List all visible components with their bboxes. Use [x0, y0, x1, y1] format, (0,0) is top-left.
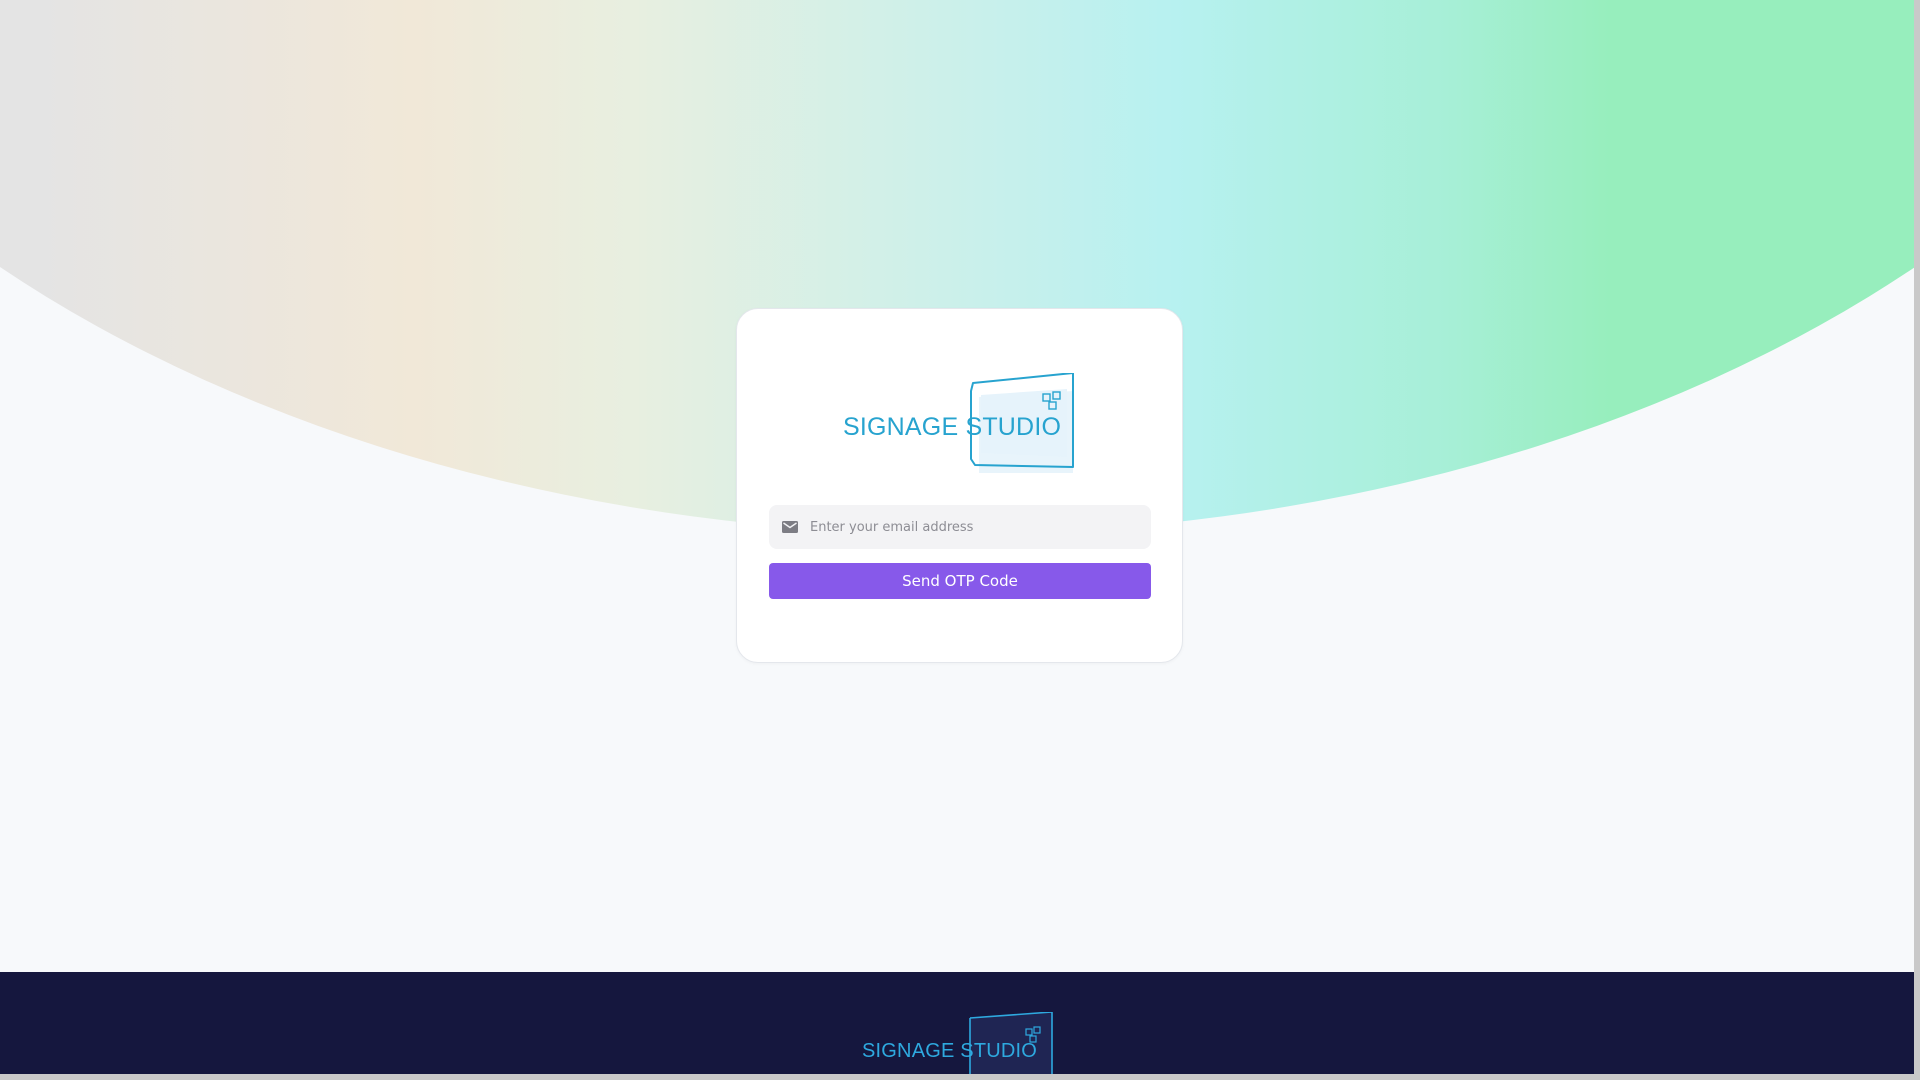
email-field[interactable]: [769, 505, 1151, 549]
mail-icon: [782, 521, 798, 533]
page: SIGNAGE STUDIO Send OTP Code: [0, 0, 1920, 1080]
footer-logo: SIGNAGE STUDIO: [862, 1012, 1062, 1074]
footer: SIGNAGE STUDIO: [0, 972, 1914, 1074]
footer-logo-text: SIGNAGE STUDIO: [862, 1040, 1038, 1062]
email-input[interactable]: [810, 505, 1151, 549]
brand-logo: SIGNAGE STUDIO: [843, 373, 1081, 473]
horizontal-scrollbar[interactable]: [0, 1074, 1914, 1080]
send-otp-button[interactable]: Send OTP Code: [769, 563, 1151, 599]
viewport: SIGNAGE STUDIO Send OTP Code: [0, 0, 1914, 1074]
logo-text: SIGNAGE STUDIO: [843, 413, 1062, 441]
login-card: SIGNAGE STUDIO Send OTP Code: [736, 308, 1183, 663]
vertical-scrollbar[interactable]: [1914, 0, 1920, 1080]
